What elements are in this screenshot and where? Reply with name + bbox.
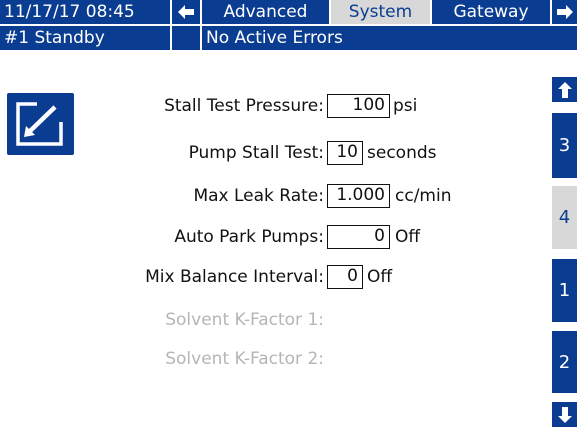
error-display: No Active Errors: [202, 26, 577, 50]
status-indicator: [172, 26, 200, 50]
stall-test-pressure-field[interactable]: 100: [327, 94, 390, 118]
tab-advanced[interactable]: Advanced: [202, 0, 329, 24]
down-arrow-icon: [557, 406, 572, 423]
scroll-up-button[interactable]: [552, 77, 577, 102]
solvent-k-factor-1-label: Solvent K-Factor 1:: [165, 310, 324, 330]
stall-test-pressure-label: Stall Test Pressure:: [164, 96, 324, 116]
status-display: #1 Standby: [0, 26, 170, 50]
right-arrow-icon: [556, 5, 573, 19]
auto-park-pumps-label: Auto Park Pumps:: [174, 227, 324, 247]
datetime-display: 11/17/17 08:45: [0, 0, 170, 24]
page-4-button[interactable]: 4: [552, 186, 577, 249]
row-auto-park-pumps: Auto Park Pumps: 0 Off: [0, 224, 550, 250]
pump-stall-test-label: Pump Stall Test:: [188, 143, 324, 163]
tab-gateway[interactable]: Gateway: [432, 0, 550, 24]
page-2-button[interactable]: 2: [552, 331, 577, 393]
page-3-button[interactable]: 3: [552, 113, 577, 178]
row-max-leak-rate: Max Leak Rate: 1.000 cc/min: [0, 183, 550, 209]
tab-system[interactable]: System: [331, 0, 430, 24]
screen: 11/17/17 08:45 Advanced System Gateway #…: [0, 0, 577, 434]
pump-stall-test-field[interactable]: 10: [327, 141, 363, 165]
stall-test-pressure-unit: psi: [393, 96, 418, 116]
max-leak-rate-label: Max Leak Rate:: [193, 186, 324, 206]
row-solvent-k-factor-2: Solvent K-Factor 2:: [0, 346, 550, 372]
mix-balance-interval-label: Mix Balance Interval:: [145, 267, 324, 287]
scroll-down-button[interactable]: [552, 402, 577, 427]
auto-park-pumps-field[interactable]: 0: [327, 225, 390, 249]
pump-stall-test-unit: seconds: [367, 143, 437, 163]
tab-next-button[interactable]: [552, 0, 577, 24]
up-arrow-icon: [557, 81, 572, 98]
solvent-k-factor-2-label: Solvent K-Factor 2:: [165, 349, 324, 369]
page-1-button[interactable]: 1: [552, 259, 577, 322]
row-pump-stall-test: Pump Stall Test: 10 seconds: [0, 140, 550, 166]
row-stall-test-pressure: Stall Test Pressure: 100 psi: [0, 93, 550, 119]
max-leak-rate-field[interactable]: 1.000: [327, 184, 390, 208]
mix-balance-interval-unit: Off: [367, 267, 393, 287]
auto-park-pumps-unit: Off: [395, 227, 421, 247]
tab-prev-button[interactable]: [172, 0, 200, 24]
max-leak-rate-unit: cc/min: [395, 186, 452, 206]
row-mix-balance-interval: Mix Balance Interval: 0 Off: [0, 264, 550, 290]
row-solvent-k-factor-1: Solvent K-Factor 1:: [0, 307, 550, 333]
mix-balance-interval-field[interactable]: 0: [327, 265, 363, 289]
left-arrow-icon: [178, 5, 194, 19]
